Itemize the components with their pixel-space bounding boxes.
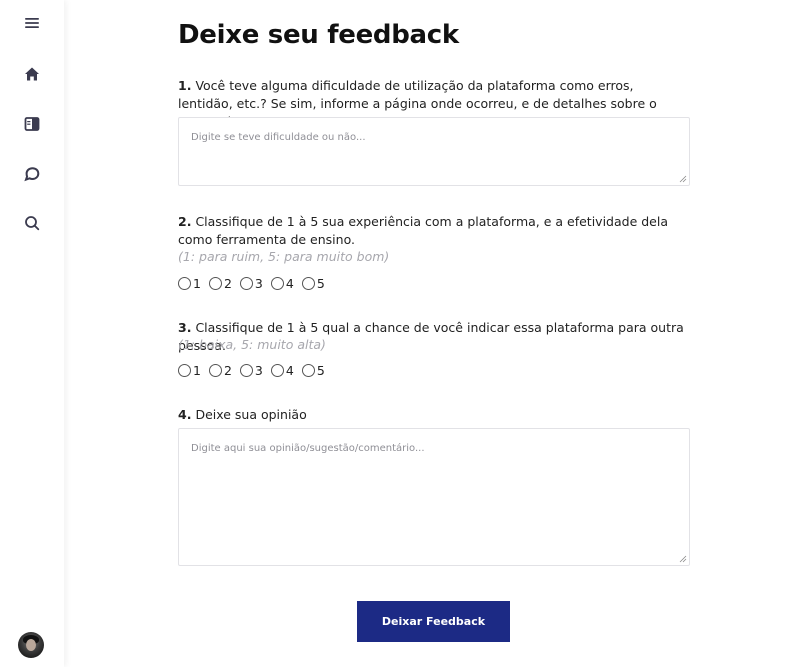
radio-circle[interactable] — [208, 363, 222, 377]
experience-rating-2[interactable]: 2 — [208, 275, 232, 291]
experience-rating-group: 1 2 3 4 5 — [178, 275, 333, 291]
radio-circle[interactable] — [301, 363, 315, 377]
radio-circle[interactable] — [239, 276, 253, 290]
recommend-rating-3[interactable]: 3 — [239, 362, 263, 378]
home-icon[interactable] — [22, 64, 42, 84]
radio-circle[interactable] — [270, 276, 284, 290]
radio-label: 4 — [285, 275, 294, 291]
radio-label: 4 — [285, 362, 294, 378]
chat-icon[interactable] — [22, 164, 42, 184]
radio-circle[interactable] — [178, 276, 191, 290]
avatar-face — [26, 639, 36, 651]
radio-circle[interactable] — [178, 363, 191, 377]
radio-circle[interactable] — [270, 363, 284, 377]
difficulty-textarea[interactable] — [178, 117, 690, 186]
recommend-rating-4[interactable]: 4 — [270, 362, 294, 378]
radio-label: 3 — [254, 275, 263, 291]
sidebar — [0, 0, 64, 667]
submit-feedback-button[interactable]: Deixar Feedback — [357, 601, 510, 642]
book-icon[interactable] — [22, 114, 42, 134]
experience-rating-3[interactable]: 3 — [239, 275, 263, 291]
search-icon[interactable] — [22, 213, 42, 233]
question-2-hint: (1: para ruim, 5: para muito bom) — [178, 249, 390, 264]
question-4-label: 4. Deixe sua opinião — [178, 406, 690, 424]
opinion-textarea[interactable] — [178, 428, 690, 566]
question-2-number: 2. — [178, 214, 192, 229]
radio-label: 1 — [193, 362, 201, 378]
recommend-rating-group: 1 2 3 4 5 — [178, 362, 333, 378]
radio-circle[interactable] — [208, 276, 222, 290]
page-title: Deixe seu feedback — [178, 20, 459, 50]
radio-label: 1 — [193, 275, 201, 291]
experience-rating-5[interactable]: 5 — [301, 275, 325, 291]
menu-icon[interactable] — [22, 13, 42, 33]
recommend-rating-5[interactable]: 5 — [301, 362, 325, 378]
radio-circle[interactable] — [301, 276, 315, 290]
radio-label: 5 — [316, 275, 325, 291]
radio-label: 2 — [223, 275, 232, 291]
radio-label: 3 — [254, 362, 263, 378]
user-avatar[interactable] — [18, 632, 44, 658]
question-4-number: 4. — [178, 407, 192, 422]
question-2-text: Classifique de 1 à 5 sua experiência com… — [178, 214, 668, 247]
experience-rating-1[interactable]: 1 — [178, 276, 201, 291]
recommend-rating-1[interactable]: 1 — [178, 363, 201, 378]
question-2-label: 2. Classifique de 1 à 5 sua experiência … — [178, 213, 690, 249]
radio-label: 2 — [223, 362, 232, 378]
recommend-rating-2[interactable]: 2 — [208, 362, 232, 378]
radio-circle[interactable] — [239, 363, 253, 377]
question-4-text: Deixe sua opinião — [195, 407, 307, 422]
question-3-hint: (1: baixa, 5: muito alta) — [178, 337, 326, 352]
question-3-number: 3. — [178, 320, 192, 335]
experience-rating-4[interactable]: 4 — [270, 275, 294, 291]
question-1-number: 1. — [178, 78, 192, 93]
radio-label: 5 — [316, 362, 325, 378]
